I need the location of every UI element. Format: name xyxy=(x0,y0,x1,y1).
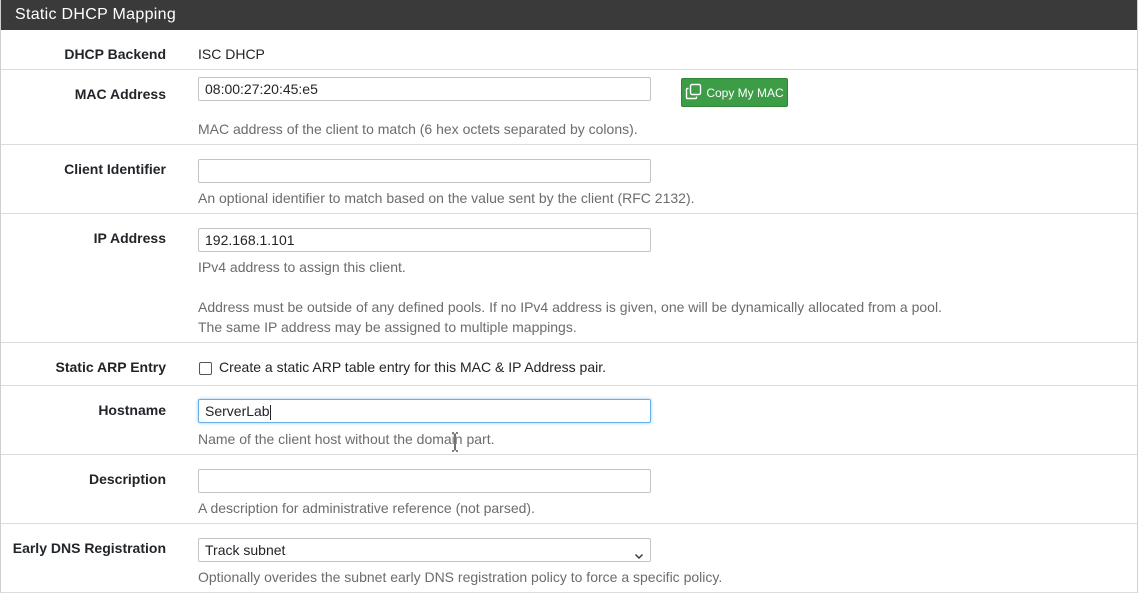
hostname-label: Hostname xyxy=(98,402,166,418)
client-identifier-label: Client Identifier xyxy=(64,161,166,177)
row-mac-address: MAC Address MAC address of the client to… xyxy=(1,70,1137,145)
row-dhcp-backend: DHCP Backend ISC DHCP xyxy=(1,30,1137,70)
chevron-down-icon xyxy=(634,545,644,559)
copy-my-mac-button[interactable]: Copy My MAC xyxy=(681,78,788,107)
description-help: A description for administrative referen… xyxy=(198,500,535,516)
client-identifier-input[interactable] xyxy=(198,159,651,183)
row-description: Description A description for administra… xyxy=(1,455,1137,524)
ip-address-label: IP Address xyxy=(93,230,166,246)
static-arp-checkbox[interactable] xyxy=(199,362,212,375)
hostname-input[interactable]: ServerLab xyxy=(198,399,651,423)
static-arp-label: Static ARP Entry xyxy=(55,359,166,375)
mac-address-input[interactable] xyxy=(198,77,651,101)
static-dhcp-mapping-panel: Static DHCP Mapping DHCP Backend ISC DHC… xyxy=(0,0,1138,593)
early-dns-selected: Track subnet xyxy=(205,542,286,558)
row-early-dns: Early DNS Registration Track subnet Opti… xyxy=(1,524,1137,593)
static-arp-checkbox-label[interactable]: Create a static ARP table entry for this… xyxy=(219,359,606,375)
early-dns-select[interactable]: Track subnet xyxy=(198,538,651,562)
ip-address-input[interactable] xyxy=(198,228,651,252)
panel-title: Static DHCP Mapping xyxy=(1,0,1137,30)
early-dns-label: Early DNS Registration xyxy=(12,540,166,556)
hostname-value: ServerLab xyxy=(205,403,270,419)
text-caret xyxy=(269,404,271,420)
ip-address-pool-note: Address must be outside of any defined p… xyxy=(198,299,942,315)
row-hostname: Hostname ServerLab Name of the client ho… xyxy=(1,386,1137,455)
description-label: Description xyxy=(88,471,166,487)
copy-my-mac-label: Copy My MAC xyxy=(706,85,784,100)
row-ip-address: IP Address IPv4 address to assign this c… xyxy=(1,214,1137,343)
ip-address-multi-note: The same IP address may be assigned to m… xyxy=(198,319,577,335)
copy-icon xyxy=(685,83,702,103)
dhcp-backend-label: DHCP Backend xyxy=(64,46,166,62)
client-identifier-help: An optional identifier to match based on… xyxy=(198,190,695,206)
text-cursor-icon xyxy=(451,431,459,455)
description-input[interactable] xyxy=(198,469,651,493)
dhcp-backend-value: ISC DHCP xyxy=(198,46,265,62)
mac-address-help: MAC address of the client to match (6 he… xyxy=(198,121,638,137)
row-client-identifier: Client Identifier An optional identifier… xyxy=(1,145,1137,214)
early-dns-help: Optionally overides the subnet early DNS… xyxy=(198,569,723,585)
mac-address-label: MAC Address xyxy=(74,86,166,102)
ip-address-help: IPv4 address to assign this client. xyxy=(198,259,406,275)
